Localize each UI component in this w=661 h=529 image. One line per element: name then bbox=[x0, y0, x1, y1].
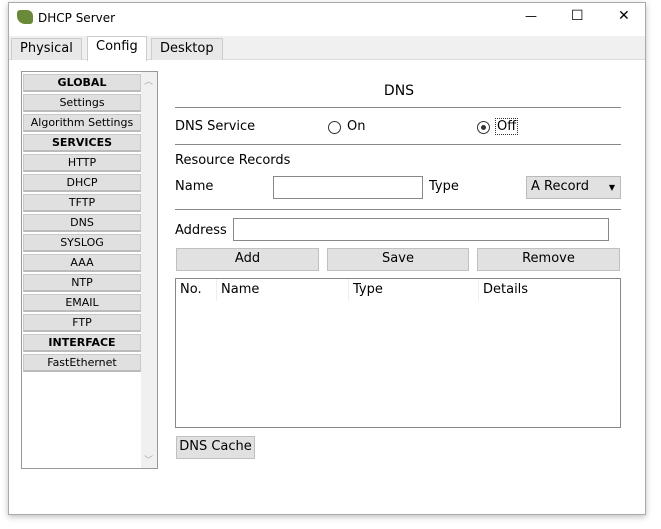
radio-off-label[interactable]: Off bbox=[495, 118, 519, 135]
resource-records-label: Resource Records bbox=[175, 153, 291, 168]
sidebar-item-fastethernet[interactable]: FastEthernet bbox=[23, 354, 141, 372]
sidebar-item-email[interactable]: EMAIL bbox=[23, 294, 141, 312]
close-button[interactable]: ✕ bbox=[618, 8, 630, 24]
radio-on[interactable] bbox=[328, 121, 341, 134]
column-header-name[interactable]: Name bbox=[217, 279, 349, 301]
sidebar-item-dns[interactable]: DNS bbox=[23, 214, 141, 232]
add-button[interactable]: Add bbox=[176, 248, 319, 271]
save-button[interactable]: Save bbox=[327, 248, 469, 271]
sidebar-item-aaa[interactable]: AAA bbox=[23, 254, 141, 272]
column-header-type[interactable]: Type bbox=[349, 279, 479, 301]
dns-cache-button[interactable]: DNS Cache bbox=[176, 436, 255, 459]
sidebar-item-algorithm-settings[interactable]: Algorithm Settings bbox=[23, 114, 141, 132]
tab-config[interactable]: Config bbox=[87, 36, 147, 61]
name-label: Name bbox=[175, 179, 214, 194]
minimize-button[interactable]: — bbox=[525, 9, 537, 23]
sidebar-scrollbar[interactable]: ︿ ﹀ bbox=[141, 72, 157, 468]
type-select[interactable]: A Record ▼ bbox=[526, 176, 621, 199]
tab-physical[interactable]: Physical bbox=[11, 38, 82, 60]
title-bar: DHCP Server — ☐ ✕ bbox=[9, 3, 645, 33]
panel-title: DNS bbox=[383, 83, 415, 99]
sidebar-item-http[interactable]: HTTP bbox=[23, 154, 141, 172]
tab-bar: Physical Config Desktop bbox=[9, 36, 645, 61]
divider bbox=[175, 209, 621, 210]
sidebar-item-settings[interactable]: Settings bbox=[23, 94, 141, 112]
radio-off[interactable] bbox=[477, 121, 490, 134]
divider bbox=[175, 107, 621, 108]
sidebar-item-dhcp[interactable]: DHCP bbox=[23, 174, 141, 192]
scroll-down-icon[interactable]: ﹀ bbox=[144, 453, 153, 466]
type-select-value: A Record bbox=[531, 179, 589, 194]
dhcp-server-window: DHCP Server — ☐ ✕ Physical Config Deskto… bbox=[8, 2, 646, 515]
window-title: DHCP Server bbox=[38, 11, 116, 25]
app-icon bbox=[17, 10, 33, 24]
records-table[interactable]: No. Name Type Details bbox=[175, 278, 621, 428]
type-label: Type bbox=[429, 179, 459, 194]
dns-panel: DNS DNS Service On Off Resource Records … bbox=[175, 63, 623, 463]
config-sidebar: ︿ ﹀ GLOBAL Settings Algorithm Settings SERV… bbox=[21, 71, 158, 469]
column-header-no[interactable]: No. bbox=[176, 279, 217, 301]
maximize-button[interactable]: ☐ bbox=[571, 8, 584, 24]
radio-selected-dot bbox=[481, 125, 486, 130]
sidebar-item-ftp[interactable]: FTP bbox=[23, 314, 141, 332]
sidebar-item-syslog[interactable]: SYSLOG bbox=[23, 234, 141, 252]
sidebar-item-interface: INTERFACE bbox=[23, 334, 141, 352]
column-header-details[interactable]: Details bbox=[479, 279, 620, 301]
address-label: Address bbox=[175, 223, 227, 238]
chevron-down-icon: ▼ bbox=[608, 183, 615, 192]
address-input[interactable] bbox=[233, 218, 609, 241]
divider bbox=[175, 144, 621, 145]
remove-button[interactable]: Remove bbox=[477, 248, 620, 271]
sidebar-item-ntp[interactable]: NTP bbox=[23, 274, 141, 292]
tab-desktop[interactable]: Desktop bbox=[151, 38, 223, 60]
scroll-up-icon[interactable]: ︿ bbox=[144, 74, 153, 87]
sidebar-item-global: GLOBAL bbox=[23, 74, 141, 92]
sidebar-item-tftp[interactable]: TFTP bbox=[23, 194, 141, 212]
radio-on-label[interactable]: On bbox=[347, 119, 365, 134]
name-input[interactable] bbox=[273, 176, 423, 199]
sidebar-item-services: SERVICES bbox=[23, 134, 141, 152]
dns-service-label: DNS Service bbox=[175, 119, 256, 134]
